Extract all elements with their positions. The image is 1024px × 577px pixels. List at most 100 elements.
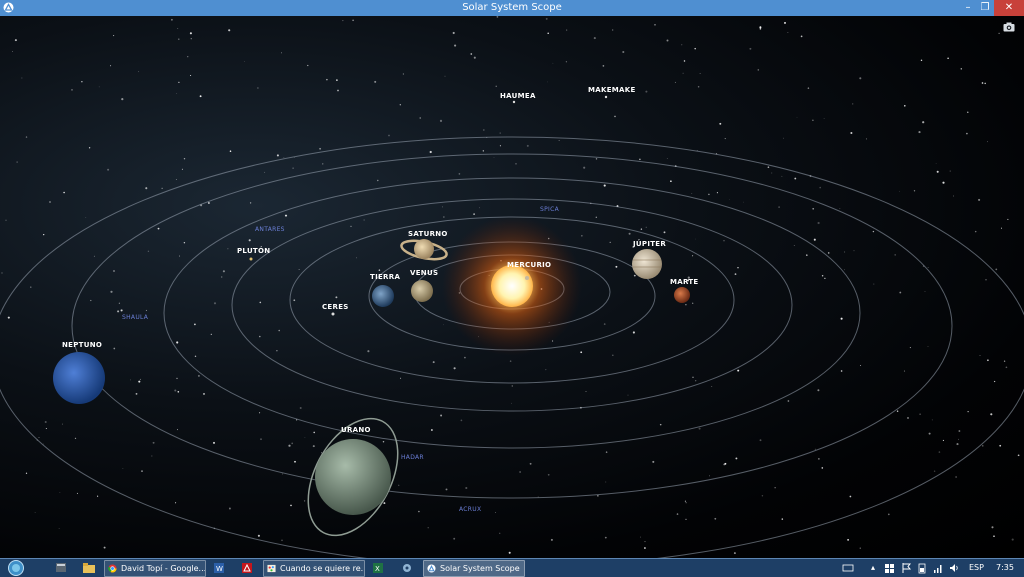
minimize-button[interactable]: – [958, 0, 978, 16]
background-star [782, 137, 784, 139]
neptune-body [53, 352, 105, 404]
background-star [399, 104, 401, 106]
background-star [511, 402, 513, 404]
acrobat-icon[interactable] [240, 560, 254, 576]
background-star [949, 170, 951, 172]
taskbar-item-chrome[interactable]: David Topí - Google... [104, 560, 206, 577]
background-star [709, 475, 710, 477]
label-ceres[interactable]: CERES [322, 303, 349, 311]
background-star [138, 380, 141, 383]
pluto-body [249, 257, 253, 261]
background-star [145, 309, 147, 311]
background-star [666, 158, 668, 160]
background-star [135, 392, 138, 395]
label-neptuno[interactable]: NEPTUNO [62, 341, 102, 349]
label-mercurio[interactable]: MERCURIO [507, 261, 551, 269]
show-hidden-icons-icon[interactable]: ▴ [871, 559, 879, 577]
excel-icon[interactable]: X [371, 560, 385, 576]
action-center-flag-icon[interactable] [900, 560, 912, 576]
background-star [645, 226, 647, 228]
word-icon[interactable]: W [212, 560, 226, 576]
background-star [998, 32, 1000, 35]
background-star [547, 81, 548, 83]
background-star [692, 255, 694, 257]
background-star [453, 367, 456, 370]
label-haumea[interactable]: HAUMEA [500, 92, 536, 100]
background-star [281, 52, 283, 54]
background-star [16, 161, 18, 163]
background-star [640, 536, 642, 538]
jupiter-body [632, 249, 662, 279]
label-venus[interactable]: VENUS [410, 269, 438, 277]
solar-system-viewport[interactable]: MERCURIO VENUS TIERRA MARTE JÚPITER SATU… [0, 16, 1024, 558]
background-star [249, 202, 252, 204]
background-star [228, 507, 231, 510]
background-star [402, 73, 405, 75]
background-star [378, 269, 381, 271]
label-urano[interactable]: URANO [341, 426, 371, 434]
background-star [7, 316, 10, 319]
background-star [729, 199, 730, 200]
label-marte[interactable]: MARTE [670, 278, 699, 286]
language-indicator[interactable]: ESP [969, 559, 984, 577]
background-star [445, 488, 448, 491]
background-star [482, 150, 484, 152]
background-star [25, 472, 28, 474]
background-star [299, 407, 302, 409]
background-star [872, 230, 875, 233]
background-star [547, 473, 550, 476]
label-saturno[interactable]: SATURNO [408, 230, 448, 238]
background-star [178, 81, 180, 84]
maximize-button[interactable]: ❐ [976, 0, 994, 16]
background-star [312, 445, 315, 448]
star-label-acrux: ACRUX [459, 506, 482, 513]
taskbar-item-paint[interactable]: Cuando se quiere re... [263, 560, 365, 577]
background-star [887, 513, 890, 516]
camera-icon[interactable] [1003, 22, 1015, 32]
background-star [377, 179, 379, 182]
label-pluton[interactable]: PLUTÓN [237, 247, 270, 255]
background-star [117, 310, 120, 313]
background-star [918, 131, 921, 134]
taskbar-item-solar-system-scope[interactable]: Solar System Scope [423, 560, 525, 577]
clock[interactable]: 7:35 [996, 559, 1014, 577]
volume-icon[interactable] [948, 560, 960, 576]
background-star [336, 79, 338, 81]
background-star [326, 78, 328, 81]
background-star [933, 470, 936, 472]
background-star [565, 61, 568, 63]
background-star [431, 429, 433, 431]
mercury-body [525, 276, 529, 280]
background-star [545, 17, 548, 20]
background-star [43, 233, 45, 236]
background-star [550, 538, 553, 541]
keyboard-icon[interactable] [842, 560, 854, 576]
background-star [743, 201, 744, 203]
background-star [90, 299, 92, 302]
background-star [847, 539, 849, 541]
battery-icon[interactable] [916, 560, 928, 576]
makemake-body [604, 95, 608, 99]
background-star [110, 290, 113, 293]
label-jupiter[interactable]: JÚPITER [633, 240, 666, 248]
background-star [470, 53, 473, 55]
background-star [985, 279, 987, 281]
label-makemake[interactable]: MAKEMAKE [588, 86, 636, 94]
background-star [508, 551, 511, 554]
background-star [519, 471, 521, 473]
start-button[interactable] [4, 560, 28, 576]
settings-icon[interactable] [400, 560, 414, 576]
label-tierra[interactable]: TIERRA [370, 273, 400, 281]
close-button[interactable]: ✕ [994, 0, 1024, 16]
network-icon[interactable] [932, 560, 944, 576]
file-explorer-icon[interactable] [82, 560, 96, 576]
media-player-icon[interactable] [54, 560, 68, 576]
windows-flag-icon[interactable] [884, 560, 896, 576]
taskbar: David Topí - Google... W Cuando se quier… [0, 558, 1024, 577]
background-star [812, 207, 815, 210]
background-star [74, 437, 77, 440]
window-titlebar[interactable]: Solar System Scope – ❐ ✕ [0, 0, 1024, 16]
background-star [595, 158, 598, 160]
background-star [319, 147, 322, 150]
background-star [784, 21, 786, 24]
